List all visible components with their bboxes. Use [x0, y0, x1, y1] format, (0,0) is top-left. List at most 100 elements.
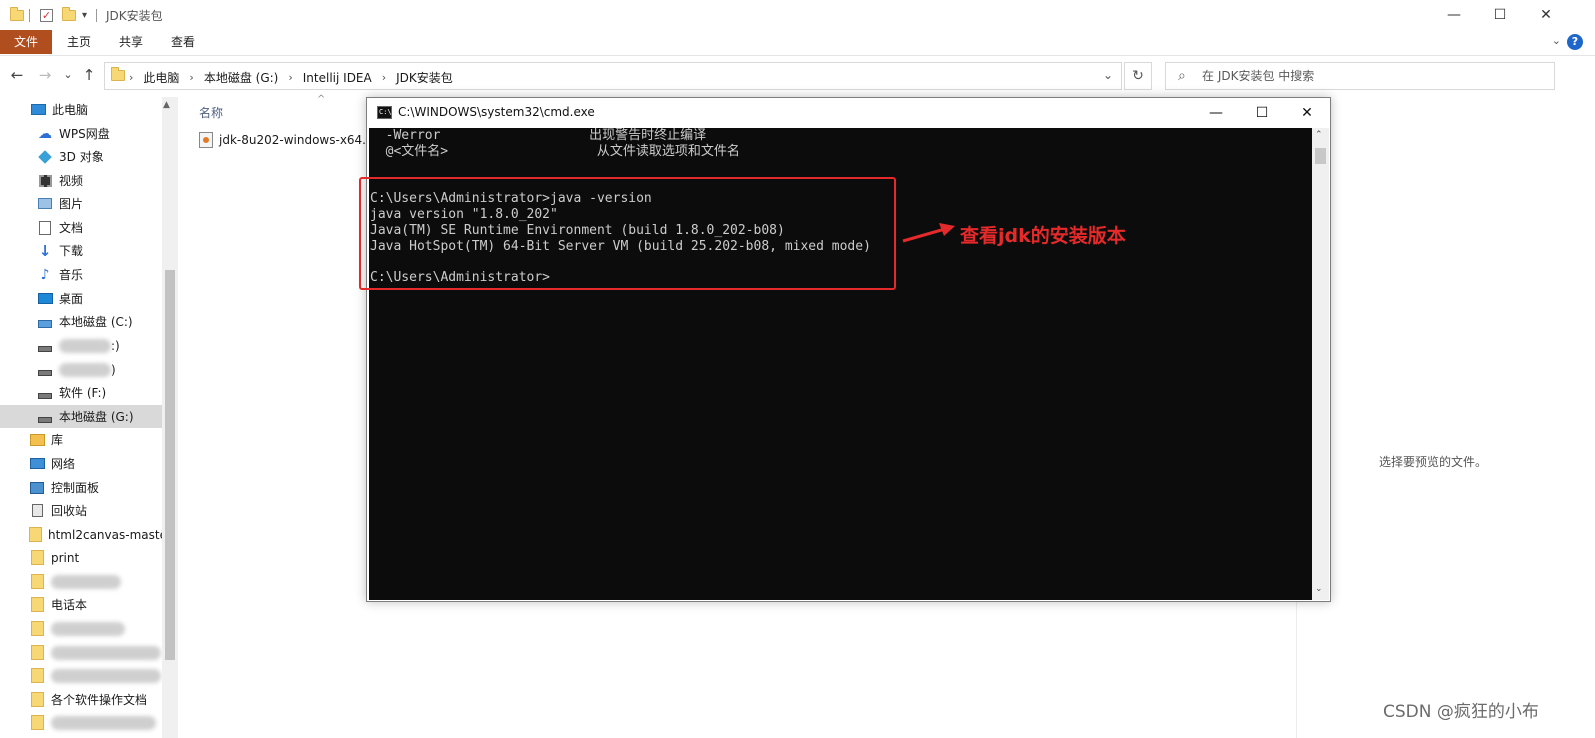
recent-locations-icon[interactable]: ⌄ — [59, 68, 77, 81]
nav-item-label: 图片 — [59, 197, 84, 211]
address-bar[interactable]: › 此电脑 › 本地磁盘 (G:) › Intellij IDEA › JDK安… — [104, 62, 1122, 90]
cmd-scrollbar[interactable] — [1312, 128, 1329, 600]
scroll-up-icon[interactable]: ⌃ — [1315, 130, 1323, 140]
nav-item-drive-e[interactable]: ) — [0, 358, 162, 381]
help-icon[interactable]: ? — [1567, 34, 1583, 50]
cmd-scrollbar-thumb[interactable] — [1315, 148, 1326, 164]
nav-item-label: ) — [111, 362, 116, 377]
folder-icon — [29, 715, 45, 730]
breadcrumb-jdk-folder[interactable]: JDK安装包 — [396, 69, 453, 86]
scroll-up-icon[interactable]: ▲ — [163, 100, 170, 110]
highlight-box — [359, 177, 896, 290]
nav-item-videos[interactable]: 视频 — [0, 169, 162, 192]
breadcrumb: › 此电脑 › 本地磁盘 (G:) › Intellij IDEA › JDK安… — [129, 69, 453, 86]
nav-item-this-pc[interactable]: 此电脑 — [0, 98, 162, 121]
nav-item-label: 桌面 — [59, 292, 84, 306]
nav-item-recycle-bin[interactable]: 回收站 — [0, 499, 162, 522]
ribbon-collapse-icon[interactable]: ⌄ — [1552, 34, 1561, 47]
nav-item-label: :) — [111, 338, 120, 353]
nav-item-drive-d[interactable]: :) — [0, 334, 162, 357]
folder-icon — [29, 692, 45, 707]
nav-item-label: 此电脑 — [52, 103, 89, 117]
desktop-icon — [37, 292, 53, 306]
nav-item-libraries[interactable]: 库 — [0, 428, 162, 451]
nav-item-downloads[interactable]: ↓ 下载 — [0, 239, 162, 262]
nav-item-redacted[interactable] — [0, 711, 162, 734]
nav-item-drive-g[interactable]: 本地磁盘 (G:) — [0, 405, 162, 428]
nav-item-label: print — [51, 550, 80, 565]
video-icon — [37, 174, 53, 188]
breadcrumb-separator[interactable]: › — [382, 71, 386, 84]
cmd-maximize-button[interactable]: ☐ — [1239, 98, 1285, 128]
maximize-button[interactable]: ☐ — [1477, 0, 1523, 30]
redacted-label — [59, 362, 111, 377]
back-arrow-icon[interactable]: ← — [8, 66, 26, 84]
search-box[interactable]: ⌕ — [1165, 62, 1555, 90]
scroll-down-icon[interactable]: ⌄ — [1315, 584, 1323, 594]
minimize-button[interactable]: — — [1431, 0, 1477, 30]
nav-item-label: WPS网盘 — [59, 127, 110, 141]
breadcrumb-this-pc[interactable]: 此电脑 — [143, 69, 179, 86]
column-header-name[interactable]: 名称 — [199, 104, 223, 121]
cmd-close-button[interactable]: ✕ — [1284, 98, 1330, 128]
nav-item-drive-f[interactable]: 软件 (F:) — [0, 381, 162, 404]
breadcrumb-separator: › — [129, 71, 134, 84]
nav-item-label: 本地磁盘 (C:) — [59, 315, 133, 329]
nav-item-label: 控制面板 — [51, 481, 100, 495]
nav-item-documents[interactable]: 文档 — [0, 216, 162, 239]
breadcrumb-separator[interactable]: › — [189, 71, 193, 84]
breadcrumb-separator[interactable]: › — [288, 71, 292, 84]
recycle-bin-icon — [29, 504, 45, 518]
new-folder-icon[interactable] — [62, 6, 76, 24]
address-dropdown-icon[interactable]: ⌄ — [1103, 68, 1113, 82]
nav-item-phonebook[interactable]: 电话本 — [0, 593, 162, 616]
nav-item-network[interactable]: 网络 — [0, 452, 162, 475]
control-panel-icon — [29, 481, 45, 495]
folder-icon — [111, 67, 125, 81]
nav-item-label: 下载 — [59, 244, 84, 258]
folder-icon — [29, 550, 45, 565]
annotation-text: 查看jdk的安装版本 — [960, 225, 1126, 247]
folder-icon — [29, 645, 45, 660]
tab-view[interactable]: 查看 — [162, 30, 204, 54]
breadcrumb-drive-g[interactable]: 本地磁盘 (G:) — [204, 69, 279, 86]
search-icon: ⌕ — [1178, 68, 1186, 84]
properties-check-icon[interactable]: ✓ — [40, 6, 53, 24]
up-arrow-icon[interactable]: ↑ — [80, 66, 98, 84]
nav-item-print[interactable]: print — [0, 546, 162, 569]
nav-item-desktop[interactable]: 桌面 — [0, 287, 162, 310]
nav-item-drive-c[interactable]: 本地磁盘 (C:) — [0, 310, 162, 333]
close-button[interactable]: ✕ — [1523, 0, 1569, 30]
tab-file[interactable]: 文件 — [0, 30, 52, 54]
redacted-label — [51, 668, 161, 683]
tab-home[interactable]: 主页 — [58, 30, 100, 54]
redacted-label — [51, 715, 156, 730]
nav-item-redacted[interactable] — [0, 641, 162, 664]
search-input[interactable] — [1202, 67, 1542, 85]
nav-item-redacted[interactable] — [0, 570, 162, 593]
picture-icon — [37, 197, 53, 211]
nav-item-control-panel[interactable]: 控制面板 — [0, 476, 162, 499]
forward-arrow-icon[interactable]: → — [36, 66, 54, 84]
nav-item-pictures[interactable]: 图片 — [0, 192, 162, 215]
breadcrumb-intellij-idea[interactable]: Intellij IDEA — [303, 71, 372, 85]
tab-share[interactable]: 共享 — [110, 30, 152, 54]
nav-scrollbar-thumb[interactable] — [165, 270, 175, 660]
nav-item-software-docs[interactable]: 各个软件操作文档 — [0, 688, 162, 711]
cube-icon — [37, 149, 53, 164]
refresh-button[interactable]: ↻ — [1124, 62, 1152, 90]
drive-icon — [37, 386, 53, 400]
nav-item-label: 网络 — [51, 457, 76, 471]
nav-item-html2canvas[interactable]: html2canvas-master — [0, 523, 172, 546]
cmd-title-bar[interactable]: C:\ C:\WINDOWS\system32\cmd.exe — ☐ ✕ — [367, 98, 1330, 128]
nav-item-music[interactable]: ♪ 音乐 — [0, 263, 162, 286]
nav-item-redacted[interactable] — [0, 664, 162, 687]
cmd-minimize-button[interactable]: — — [1193, 98, 1239, 128]
quick-access-dropdown-icon[interactable]: ▾ — [82, 6, 87, 24]
cmd-window[interactable]: C:\ C:\WINDOWS\system32\cmd.exe — ☐ ✕ -W… — [366, 97, 1331, 602]
nav-item-3d-objects[interactable]: 3D 对象 — [0, 145, 162, 168]
file-row[interactable]: jdk-8u202-windows-x64.e — [199, 132, 373, 148]
nav-item-wps-cloud[interactable]: ☁ WPS网盘 — [0, 122, 162, 145]
nav-item-redacted[interactable] — [0, 617, 162, 640]
pc-icon — [30, 103, 46, 117]
